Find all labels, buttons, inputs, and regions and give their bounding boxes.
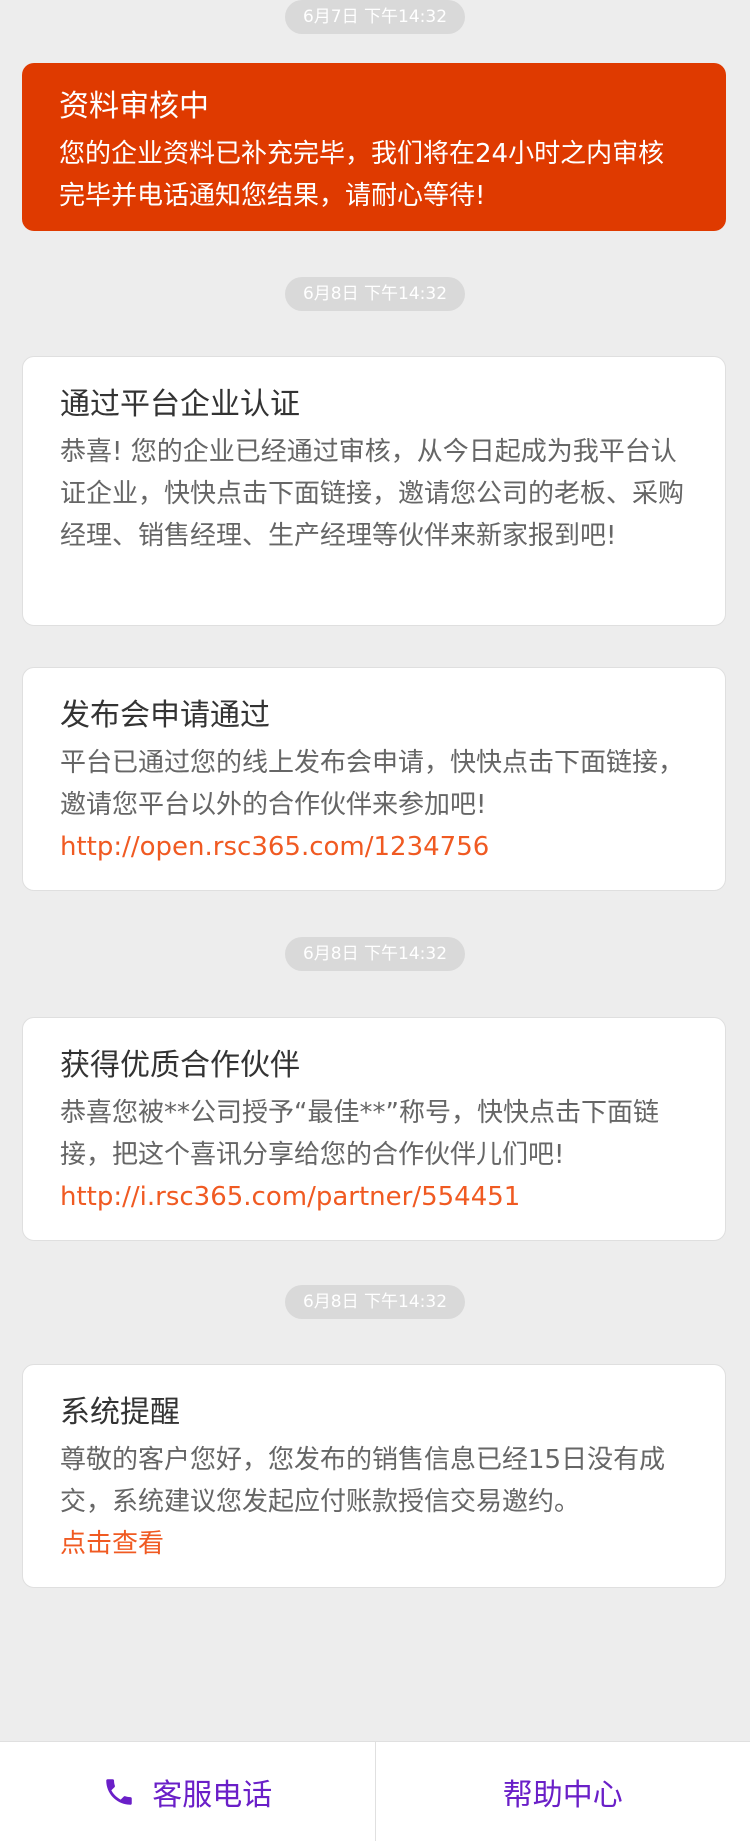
message-link[interactable]: http://open.rsc365.com/1234756	[60, 826, 689, 868]
message-card-launch-approved[interactable]: 发布会申请通过 平台已通过您的线上发布会申请，快快点击下面链接，邀请您平台以外的…	[22, 667, 726, 891]
message-title: 获得优质合作伙伴	[60, 1048, 300, 1083]
view-details-link[interactable]: 点击查看	[60, 1523, 689, 1565]
help-center-button[interactable]: 帮助中心	[376, 1742, 750, 1841]
bottom-action-bar: 客服电话 帮助中心	[0, 1741, 750, 1841]
message-card-review-pending[interactable]: 资料审核中 您的企业资料已补充完毕，我们将在24小时之内审核完毕并电话通知您结果…	[22, 63, 726, 231]
customer-service-label: 客服电话	[152, 1777, 273, 1813]
message-body: 尊敬的客户您好，您发布的销售信息已经15日没有成交，系统建议您发起应付账款授信交…	[60, 1445, 666, 1517]
message-body: 恭喜您被**公司授予“最佳**”称号，快快点击下面链接，把这个喜讯分享给您的合作…	[60, 1098, 659, 1170]
message-card-system-reminder[interactable]: 系统提醒 尊敬的客户您好，您发布的销售信息已经15日没有成交，系统建议您发起应付…	[22, 1364, 726, 1588]
message-title: 通过平台企业认证	[60, 387, 300, 422]
message-list-page: 6月7日 下午14:32 资料审核中 您的企业资料已补充完毕，我们将在24小时之…	[0, 0, 750, 1841]
help-center-label: 帮助中心	[502, 1777, 623, 1813]
message-body: 您的企业资料已补充完毕，我们将在24小时之内审核完毕并电话通知您结果，请耐心等待…	[59, 139, 665, 211]
timestamp-pill: 6月8日 下午14:32	[284, 277, 466, 311]
message-title: 资料审核中	[59, 89, 209, 124]
message-title: 系统提醒	[60, 1395, 180, 1430]
timestamp-pill: 6月8日 下午14:32	[284, 1285, 466, 1319]
timestamp-pill: 6月8日 下午14:32	[284, 937, 466, 971]
message-card-quality-partner[interactable]: 获得优质合作伙伴 恭喜您被**公司授予“最佳**”称号，快快点击下面链接，把这个…	[22, 1017, 726, 1241]
phone-icon	[102, 1775, 136, 1809]
timestamp-pill: 6月7日 下午14:32	[284, 0, 466, 34]
message-card-certification[interactable]: 通过平台企业认证 恭喜! 您的企业已经通过审核，从今日起成为我平台认证企业，快快…	[22, 356, 726, 626]
message-link[interactable]: http://i.rsc365.com/partner/554451	[60, 1176, 689, 1218]
message-body: 恭喜! 您的企业已经通过审核，从今日起成为我平台认证企业，快快点击下面链接，邀请…	[60, 437, 685, 551]
message-title: 发布会申请通过	[60, 698, 270, 733]
message-body: 平台已通过您的线上发布会申请，快快点击下面链接，邀请您平台以外的合作伙伴来参加吧…	[60, 748, 685, 820]
customer-service-button[interactable]: 客服电话	[0, 1742, 375, 1841]
